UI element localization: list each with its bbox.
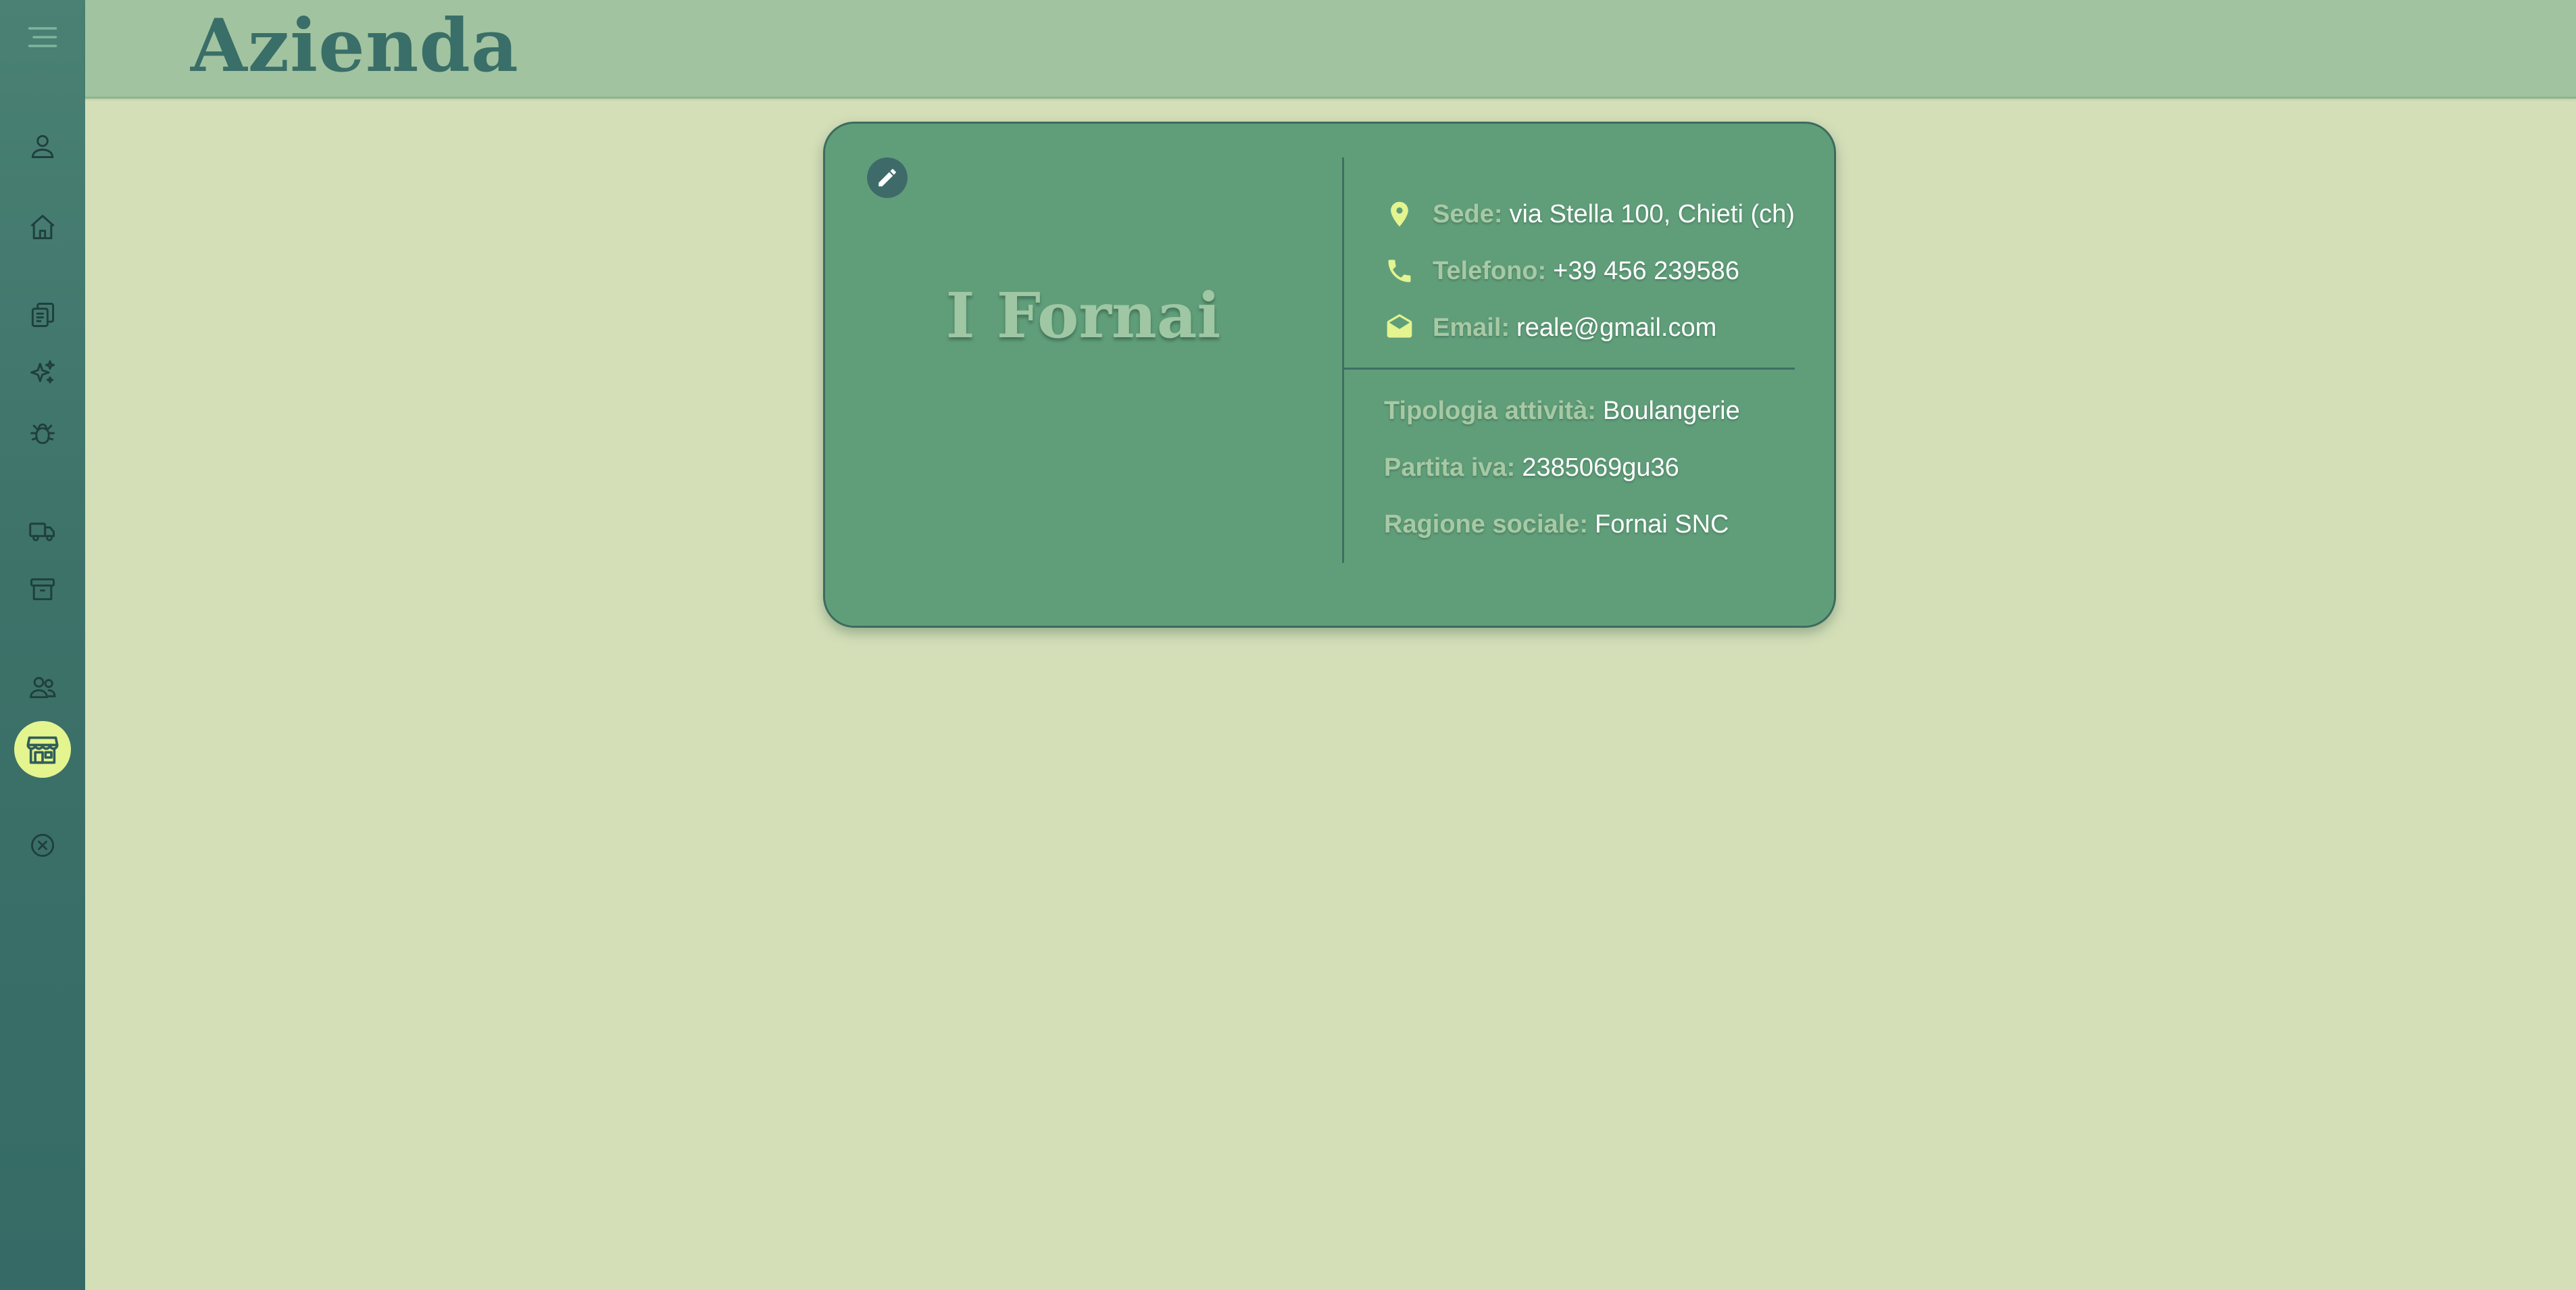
sidebar [0,0,85,1290]
archive-icon[interactable] [23,570,62,609]
top-header: Azienda [85,0,2576,99]
email-row: Email: reale@gmail.com [1384,312,1716,344]
company-card: I Fornai Sede: via Stella 100, Chieti (c… [823,122,1836,628]
telefono-label: Telefono: [1433,257,1547,285]
edit-button[interactable] [867,157,908,198]
ragione-sociale-label: Ragione sociale: [1384,510,1588,539]
close-circle-icon[interactable] [23,826,62,865]
telefono-row: Telefono: +39 456 239586 [1384,255,1739,287]
tipologia-label: Tipologia attività: [1384,397,1596,425]
sede-label: Sede: [1433,200,1503,228]
company-name: I Fornai [945,279,1221,352]
bug-icon[interactable] [23,414,62,453]
sparkles-icon[interactable] [23,354,62,393]
mail-open-icon [1384,312,1415,343]
tipologia-value: Boulangerie [1602,397,1740,425]
email-value: reale@gmail.com [1516,314,1717,342]
ragione-sociale-row: Ragione sociale: Fornai SNC [1384,508,1729,541]
email-label: Email: [1433,314,1510,342]
home-icon[interactable] [23,207,62,247]
vertical-divider [1342,157,1344,563]
truck-icon[interactable] [23,512,62,551]
users-icon[interactable] [23,668,62,707]
partita-iva-value: 2385069gu36 [1522,453,1679,482]
partita-iva-row: Partita iva: 2385069gu36 [1384,451,1679,484]
ragione-sociale-value: Fornai SNC [1594,510,1729,539]
location-pin-icon [1384,199,1415,230]
horizontal-divider [1342,368,1795,370]
sede-row: Sede: via Stella 100, Chieti (ch) [1384,198,1795,230]
phone-icon [1384,255,1415,287]
page-title: Azienda [191,3,519,89]
tipologia-row: Tipologia attività: Boulangerie [1384,395,1740,427]
user-icon[interactable] [23,126,62,166]
telefono-value: +39 456 239586 [1553,257,1739,285]
store-icon[interactable] [14,721,71,778]
partita-iva-label: Partita iva: [1384,453,1516,482]
pencil-icon [878,169,896,187]
documents-icon[interactable] [23,295,62,334]
sede-value: via Stella 100, Chieti (ch) [1509,200,1795,228]
menu-icon[interactable] [23,18,62,57]
